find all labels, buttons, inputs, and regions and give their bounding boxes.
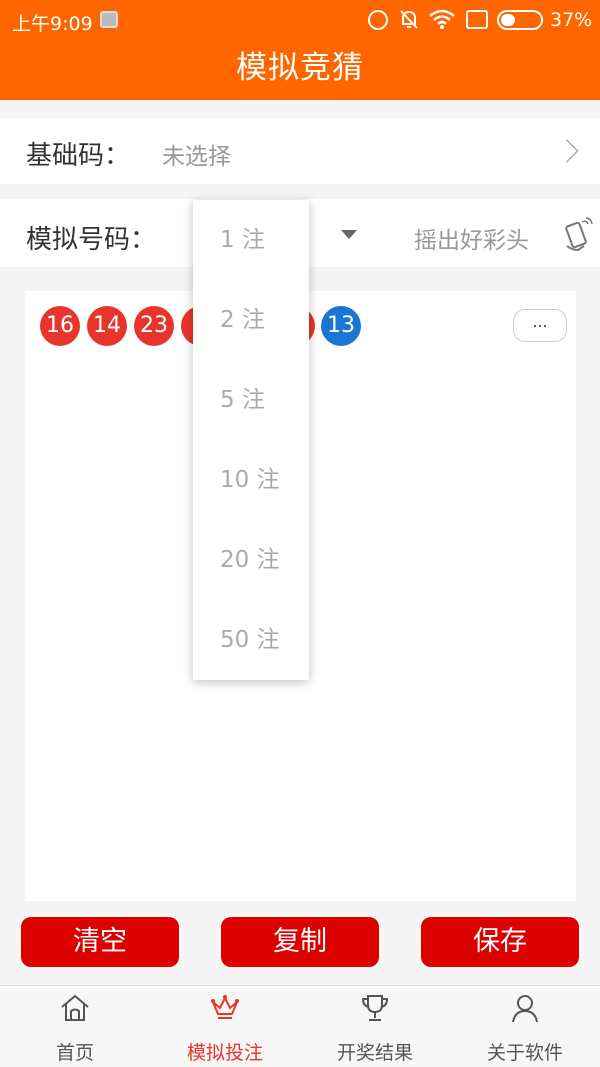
status-time: 上午9:09 (12, 13, 93, 35)
sync-icon (368, 10, 388, 30)
red-ball: 16 (40, 306, 80, 346)
dropdown-option[interactable]: 1 注 (193, 200, 309, 280)
chevron-right-icon (555, 139, 579, 163)
sim-icon (466, 10, 488, 29)
nav-item-sim-bet[interactable]: 模拟投注 (150, 986, 300, 1067)
nav-item-results[interactable]: 开奖结果 (300, 986, 450, 1067)
dropdown-option[interactable]: 10 注 (193, 440, 309, 520)
notification-icon (100, 11, 118, 28)
dropdown-arrow-icon[interactable] (341, 230, 357, 239)
sim-number-label: 模拟号码： (26, 225, 157, 255)
wifi-icon (429, 9, 455, 29)
user-icon (512, 995, 538, 1023)
nav-label: 模拟投注 (186, 1042, 263, 1064)
base-code-value: 未选择 (162, 144, 231, 170)
save-button[interactable]: 保存 (421, 917, 579, 967)
bet-count-dropdown: 1 注 2 注 5 注 10 注 20 注 50 注 (193, 200, 309, 680)
trophy-icon (361, 995, 389, 1021)
nav-item-about[interactable]: 关于软件 (450, 986, 600, 1067)
base-code-row[interactable]: 基础码： 未选择 (0, 118, 600, 184)
nav-label: 开奖结果 (336, 1042, 413, 1064)
nav-label: 首页 (55, 1042, 94, 1064)
shake-button-label[interactable]: 摇出好彩头 (414, 221, 529, 255)
dropdown-option[interactable]: 20 注 (193, 520, 309, 600)
bottom-nav: 首页 模拟投注 开奖结果 关于软件 (0, 985, 600, 1067)
mute-bell-icon (400, 10, 418, 29)
dropdown-option[interactable]: 5 注 (193, 360, 309, 440)
status-bar: 上午9:09 37% (0, 0, 600, 40)
more-button[interactable]: ... (513, 309, 567, 342)
clear-button[interactable]: 清空 (21, 917, 179, 967)
dropdown-option[interactable]: 50 注 (193, 600, 309, 680)
red-ball: 23 (134, 306, 174, 346)
shake-phone-icon[interactable] (562, 216, 594, 252)
crown-icon (211, 995, 239, 1019)
red-ball: 14 (87, 306, 127, 346)
app-header: 上午9:09 37% 模拟竞猜 (0, 0, 600, 100)
page-title: 模拟竞猜 (236, 50, 364, 86)
nav-item-home[interactable]: 首页 (0, 986, 150, 1067)
nav-label: 关于软件 (486, 1042, 563, 1064)
dropdown-option[interactable]: 2 注 (193, 280, 309, 360)
home-icon (61, 994, 89, 1021)
base-code-label: 基础码： (26, 141, 131, 171)
battery-percent: 37% (550, 9, 593, 31)
copy-button[interactable]: 复制 (221, 917, 379, 967)
blue-ball: 13 (321, 306, 361, 346)
battery-icon (497, 10, 543, 30)
